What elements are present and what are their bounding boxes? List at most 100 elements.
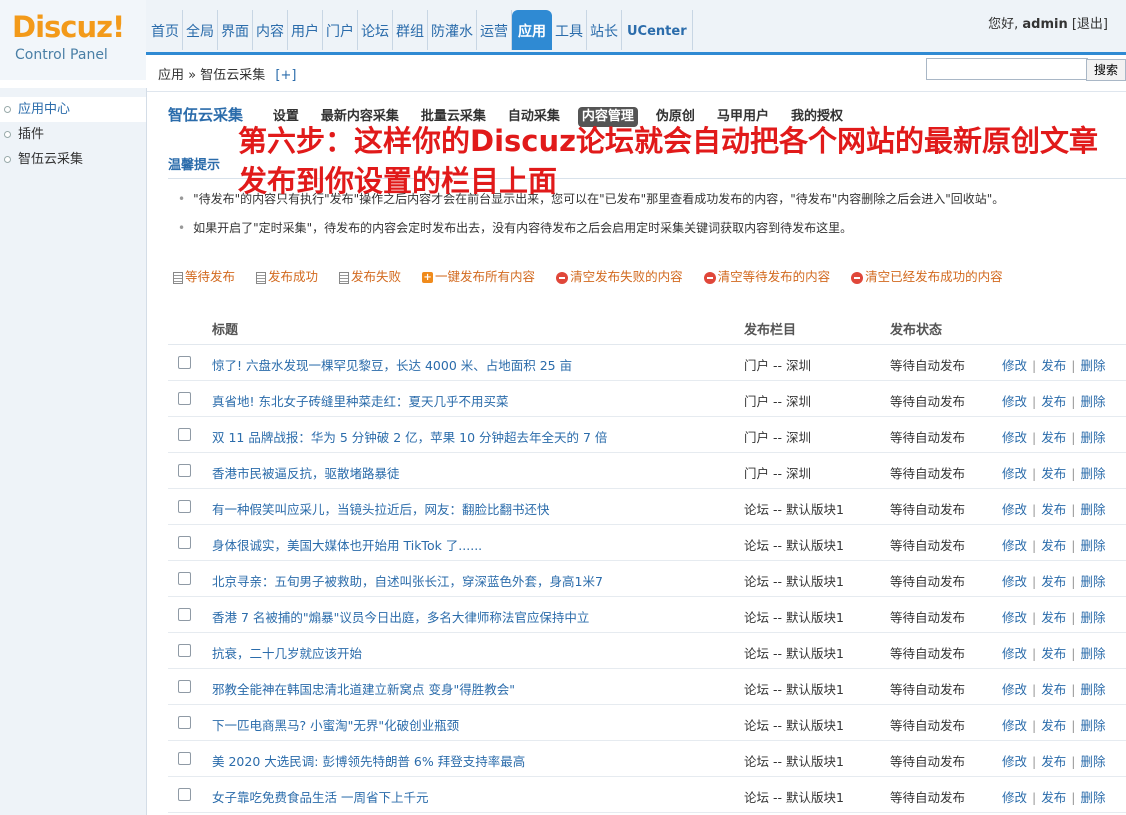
row-title-link[interactable]: 美 2020 大选民调: 彭博领先特朗普 6% 拜登支持率最高 [212, 751, 525, 770]
nav-item[interactable]: 界面 [218, 10, 253, 50]
search-input[interactable] [926, 58, 1088, 80]
row-title-link[interactable]: 抗衰，二十几岁就应该开始 [212, 643, 362, 662]
delete-link[interactable]: 删除 [1080, 538, 1105, 553]
sidebar-item[interactable]: 插件 [0, 122, 146, 147]
action-link[interactable]: 清空已经发布成功的内容 [851, 266, 1003, 285]
nav-item[interactable]: 内容 [253, 10, 288, 50]
add-shortcut-link[interactable]: [+] [275, 68, 296, 83]
publish-link[interactable]: 发布 [1041, 394, 1066, 409]
action-link[interactable]: 发布成功 [256, 266, 318, 285]
edit-link[interactable]: 修改 [1002, 718, 1027, 733]
delete-link[interactable]: 删除 [1080, 718, 1105, 733]
delete-link[interactable]: 删除 [1080, 646, 1105, 661]
edit-link[interactable]: 修改 [1002, 466, 1027, 481]
publish-link[interactable]: 发布 [1041, 430, 1066, 445]
edit-link[interactable]: 修改 [1002, 502, 1027, 517]
row-checkbox[interactable] [178, 680, 191, 693]
action-link[interactable]: + 一键发布所有内容 [422, 266, 535, 285]
delete-link[interactable]: 删除 [1080, 358, 1105, 373]
edit-link[interactable]: 修改 [1002, 430, 1027, 445]
publish-link[interactable]: 发布 [1041, 718, 1066, 733]
row-checkbox[interactable] [178, 536, 191, 549]
row-title-link[interactable]: 北京寻亲：五旬男子被救助，自述叫张长江，穿深蓝色外套，身高1米7 [212, 571, 603, 590]
sidebar-item[interactable]: 应用中心 [0, 97, 146, 122]
row-checkbox[interactable] [178, 428, 191, 441]
edit-link[interactable]: 修改 [1002, 790, 1027, 805]
edit-link[interactable]: 修改 [1002, 538, 1027, 553]
publish-link[interactable]: 发布 [1041, 610, 1066, 625]
nav-item[interactable]: 防灌水 [428, 10, 477, 50]
edit-link[interactable]: 修改 [1002, 682, 1027, 697]
publish-link[interactable]: 发布 [1041, 358, 1066, 373]
delete-link[interactable]: 删除 [1080, 466, 1105, 481]
nav-item[interactable]: 站长 [587, 10, 622, 50]
action-link[interactable]: 清空等待发布的内容 [703, 266, 830, 285]
edit-link[interactable]: 修改 [1002, 646, 1027, 661]
delete-link[interactable]: 删除 [1080, 790, 1105, 805]
row-checkbox[interactable] [178, 500, 191, 513]
row-title-link[interactable]: 香港市民被逼反抗，驱散堵路暴徒 [212, 463, 400, 482]
delete-link[interactable]: 删除 [1080, 430, 1105, 445]
row-checkbox[interactable] [178, 788, 191, 801]
row-checkbox[interactable] [178, 716, 191, 729]
add-icon: + [422, 272, 434, 283]
nav-item[interactable]: 群组 [393, 10, 428, 50]
publish-link[interactable]: 发布 [1041, 646, 1066, 661]
row-column: 论坛 -- 默认版块1 [744, 574, 844, 589]
edit-link[interactable]: 修改 [1002, 610, 1027, 625]
nav-item[interactable]: 应用 [512, 10, 552, 50]
row-checkbox[interactable] [178, 572, 191, 585]
delete-link[interactable]: 删除 [1080, 610, 1105, 625]
row-title-link[interactable]: 身体很诚实，美国大媒体也开始用 TikTok 了...... [212, 535, 482, 554]
nav-item[interactable]: 用户 [288, 10, 323, 50]
row-title-link[interactable]: 邪教全能神在韩国忠清北道建立新窝点 变身"得胜教会" [212, 679, 515, 698]
publish-link[interactable]: 发布 [1041, 466, 1066, 481]
separator: | [1071, 646, 1076, 661]
row-checkbox[interactable] [178, 356, 191, 369]
row-title-link[interactable]: 真省地! 东北女子砖缝里种菜走红：夏天几乎不用买菜 [212, 391, 509, 410]
delete-link[interactable]: 删除 [1080, 754, 1105, 769]
row-title-link[interactable]: 双 11 品牌战报：华为 5 分钟破 2 亿，苹果 10 分钟超去年全天的 7 … [212, 427, 607, 446]
row-checkbox[interactable] [178, 392, 191, 405]
nav-item[interactable]: 工具 [552, 10, 587, 50]
edit-link[interactable]: 修改 [1002, 754, 1027, 769]
separator: | [1032, 574, 1037, 589]
row-title-link[interactable]: 女子靠吃免费食品生活 一周省下上千元 [212, 787, 428, 806]
nav-item[interactable]: UCenter [622, 10, 693, 50]
logout-link[interactable]: [退出] [1072, 17, 1108, 32]
row-title-link[interactable]: 下一匹电商黑马? 小蜜淘"无界"化破创业瓶颈 [212, 715, 459, 734]
publish-link[interactable]: 发布 [1041, 502, 1066, 517]
edit-link[interactable]: 修改 [1002, 358, 1027, 373]
publish-link[interactable]: 发布 [1041, 682, 1066, 697]
action-link[interactable]: 清空发布失败的内容 [556, 266, 683, 285]
delete-link[interactable]: 删除 [1080, 682, 1105, 697]
publish-link[interactable]: 发布 [1041, 538, 1066, 553]
row-title-link[interactable]: 香港 7 名被捕的"煽暴"议员今日出庭，多名大律师称法官应保持中立 [212, 607, 589, 626]
sidebar-item[interactable]: 智伍云采集 [0, 147, 146, 172]
delete-link[interactable]: 删除 [1080, 502, 1105, 517]
row-title-link[interactable]: 有一种假笑叫应采儿，当镜头拉近后，网友：翻脸比翻书还快 [212, 499, 550, 518]
edit-link[interactable]: 修改 [1002, 394, 1027, 409]
action-link[interactable]: 发布失败 [339, 266, 401, 285]
row-checkbox[interactable] [178, 608, 191, 621]
nav-item[interactable]: 全局 [183, 10, 218, 50]
row-checkbox[interactable] [178, 464, 191, 477]
sidebar: 应用中心 插件 智伍云采集 [0, 88, 147, 815]
delete-link[interactable]: 删除 [1080, 394, 1105, 409]
publish-link[interactable]: 发布 [1041, 754, 1066, 769]
delete-link[interactable]: 删除 [1080, 574, 1105, 589]
breadcrumb-root[interactable]: 应用 [158, 68, 184, 83]
row-checkbox[interactable] [178, 644, 191, 657]
nav-item[interactable]: 运营 [477, 10, 512, 50]
publish-link[interactable]: 发布 [1041, 790, 1066, 805]
row-title-link[interactable]: 惊了! 六盘水发现一棵罕见黎豆，长达 4000 米、占地面积 25 亩 [212, 355, 572, 374]
nav-item[interactable]: 门户 [323, 10, 358, 50]
edit-link[interactable]: 修改 [1002, 574, 1027, 589]
search-button[interactable]: 搜索 [1086, 59, 1126, 81]
action-link[interactable]: 等待发布 [173, 266, 235, 285]
nav-item[interactable]: 论坛 [358, 10, 393, 50]
publish-link[interactable]: 发布 [1041, 574, 1066, 589]
row-checkbox[interactable] [178, 752, 191, 765]
logo[interactable]: Discuz! Control Panel [0, 0, 146, 80]
nav-item[interactable]: 首页 [148, 10, 183, 50]
